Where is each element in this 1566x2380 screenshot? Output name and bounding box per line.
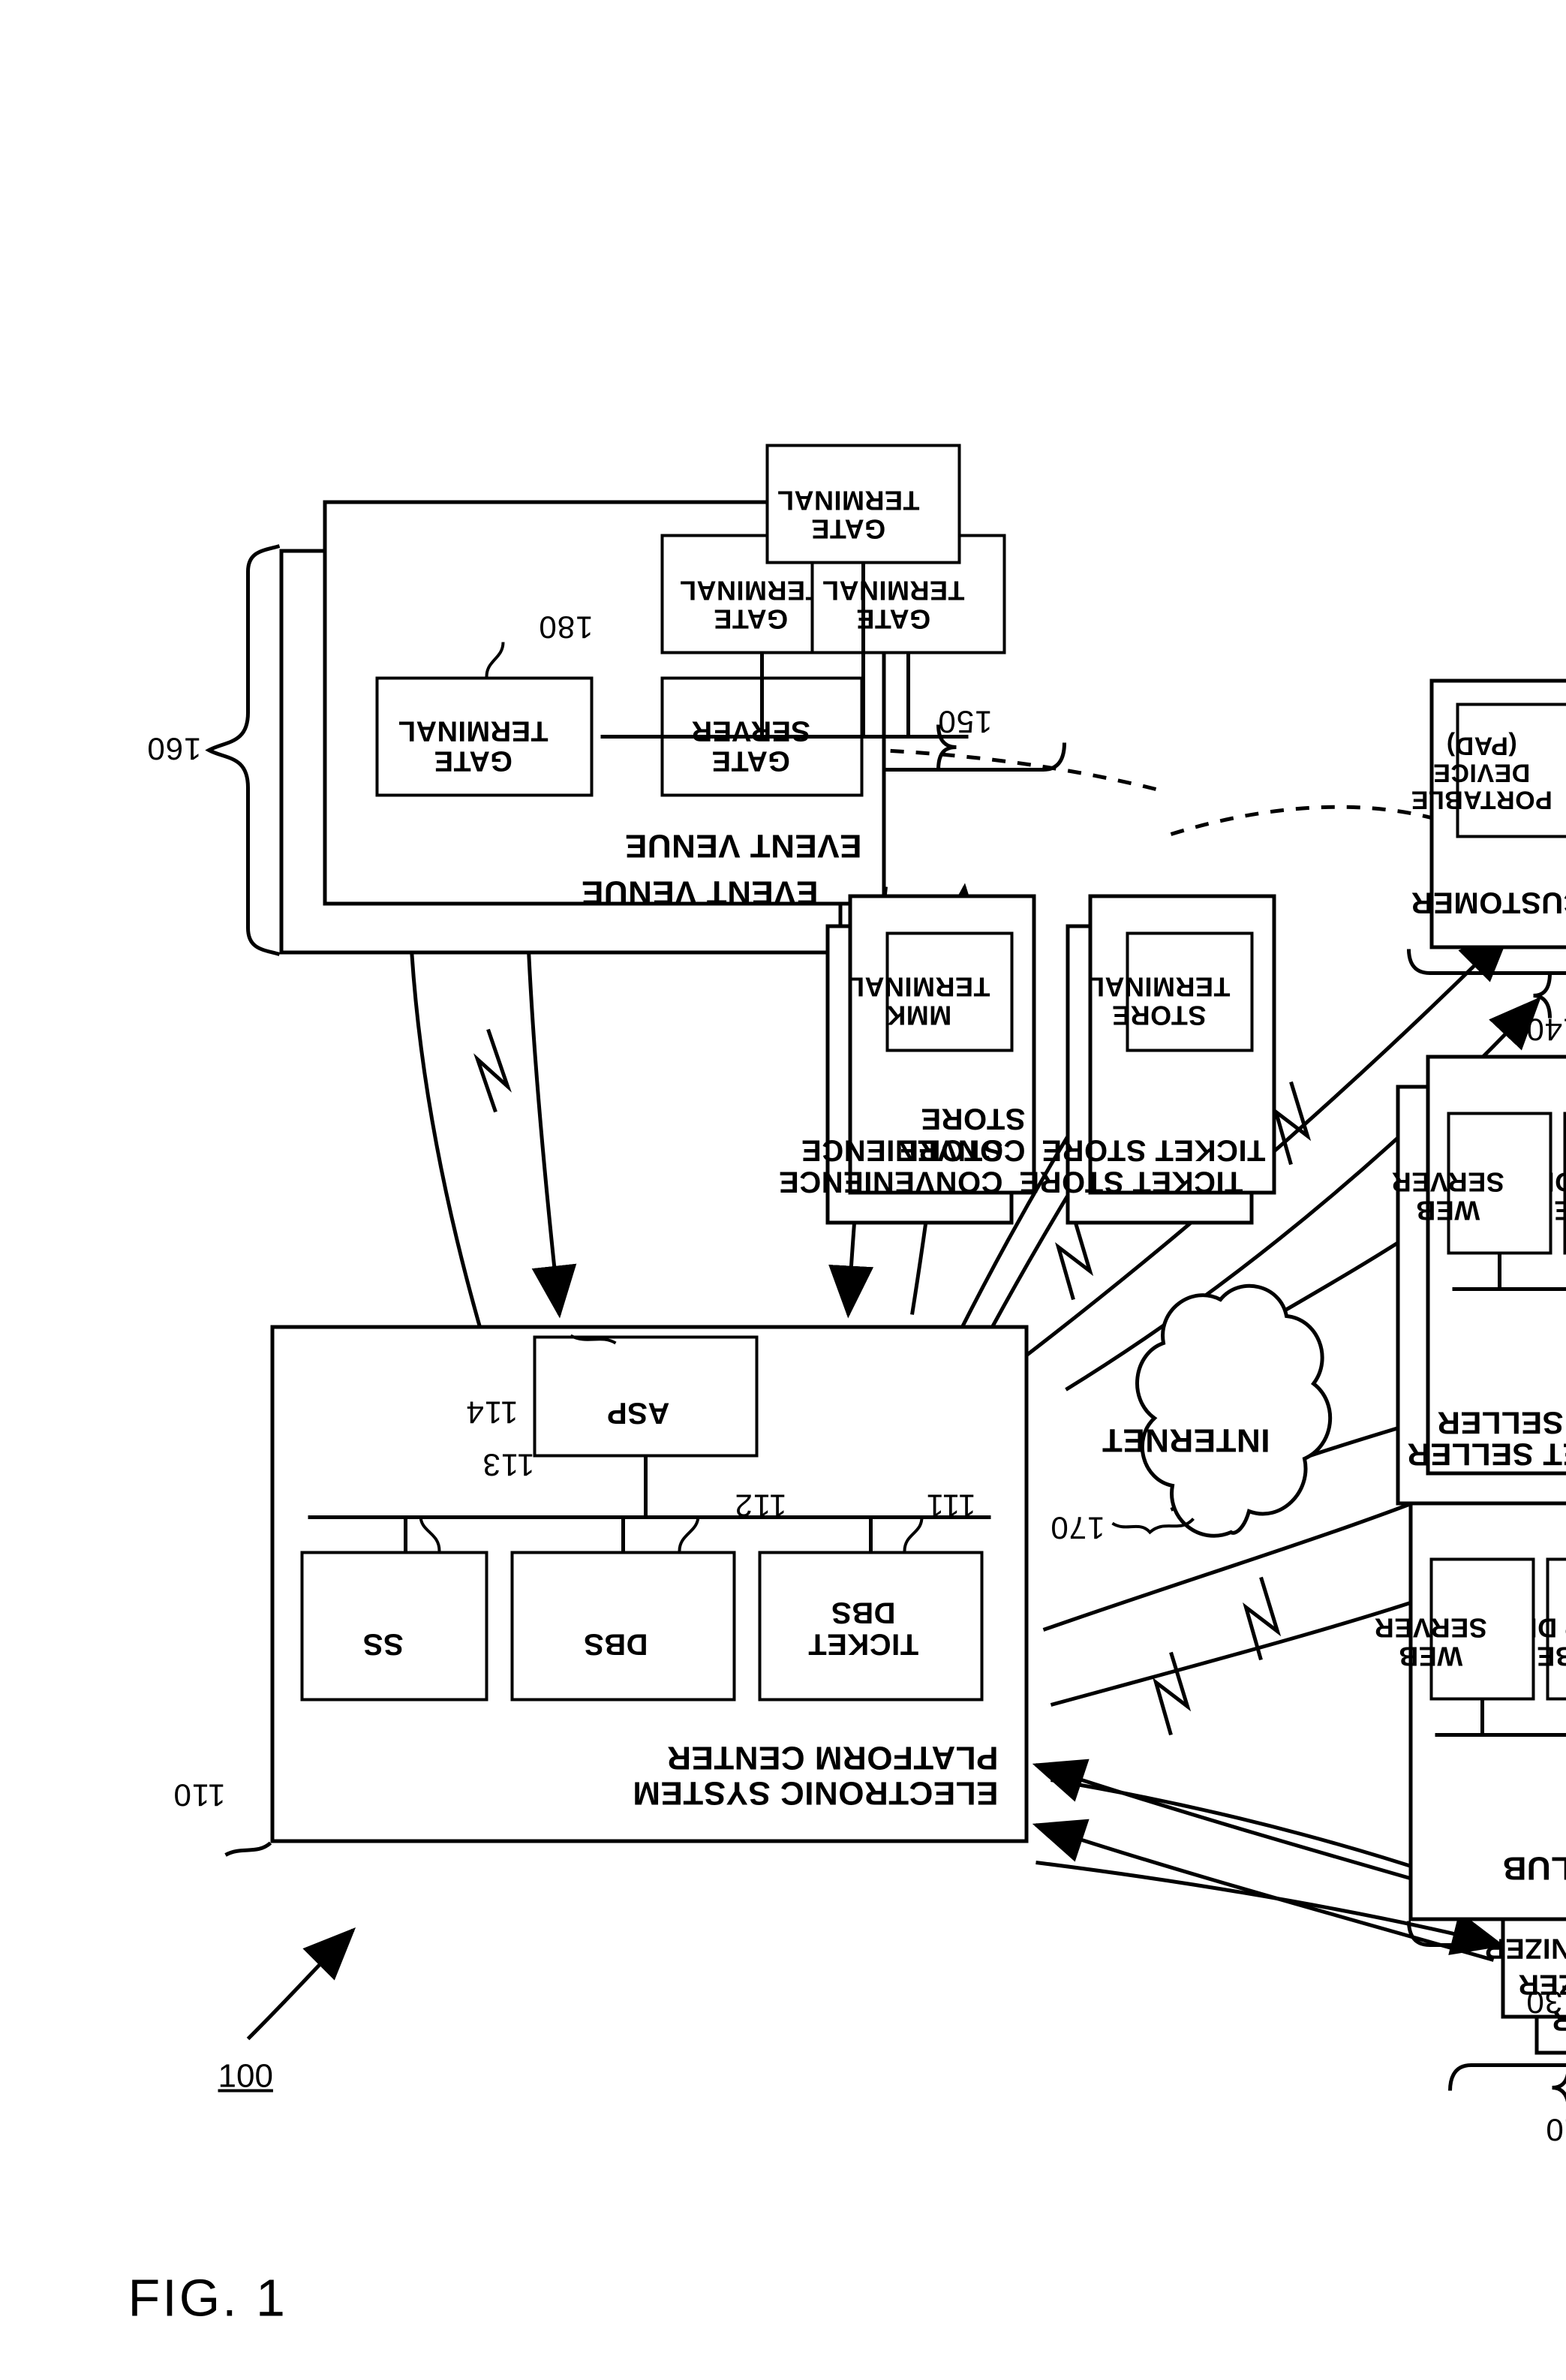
customer-label-game: CUSTOMER [1528, 1094, 1566, 1126]
ticket-seller-bus [1452, 1254, 1566, 1291]
portable-device-label: PORTABLE DEVICE (PAD) [1410, 730, 1552, 814]
figure-canvas: FIG. 1 100 ELECTRONIC SYSTEM PLATFORM CE… [0, 0, 1566, 2380]
customers-ref: 140 [1525, 1012, 1566, 1047]
customer-label-dtv: CUSTOMER [1528, 886, 1566, 918]
sellers-ref: 130 [1525, 1984, 1566, 2020]
